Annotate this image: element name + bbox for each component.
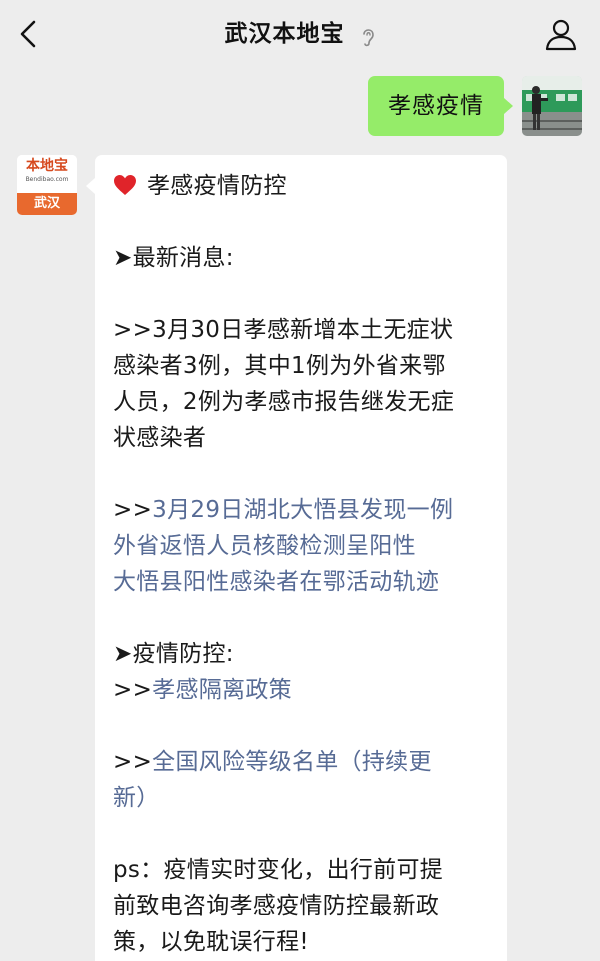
ps-note: ps：疫情实时变化，出行前可提: [113, 857, 444, 883]
news-item-text: 感染者3例，其中1例为外省来鄂: [113, 353, 446, 379]
section-title-latest: ➤最新消息:: [113, 245, 234, 271]
outgoing-bubble-tail: [504, 98, 513, 114]
news-link-dawu-line3[interactable]: 大悟县阳性感染者在鄂活动轨迹: [113, 564, 493, 600]
policy-link-item: >>孝感隔离政策: [113, 672, 493, 708]
logo-area: 本地宝 Bendibao.com: [17, 155, 77, 193]
news-item-text: 人员，2例为孝感市报告继发无症: [113, 389, 455, 415]
profile-button[interactable]: [544, 17, 578, 51]
message-heading: 孝感疫情防控: [113, 168, 493, 204]
page-title: 武汉本地宝: [224, 21, 345, 47]
link-prefix: >>: [113, 749, 153, 775]
message-body: 孝感疫情防控 ➤最新消息: >>3月30日孝感新增本土无症状 感染者3例，其中1…: [113, 168, 493, 960]
news-link-dawu[interactable]: 3月29日湖北大悟县发现一例: [152, 497, 453, 523]
logo-text: 本地宝: [26, 158, 68, 174]
chat-header: 武汉本地宝: [0, 0, 600, 68]
news-item-text: >>3月30日孝感新增本土无症状: [113, 317, 454, 343]
chat-screen: 武汉本地宝 孝感疫情 本地宝 Bendibao.com 武汉 孝感疫情防控 ➤最…: [0, 0, 600, 961]
ps-note: 策，以免耽误行程!: [113, 929, 309, 955]
my-avatar[interactable]: [522, 76, 582, 136]
news-link-item: >>3月29日湖北大悟县发现一例: [113, 492, 493, 528]
quarantine-policy-link[interactable]: 孝感隔离政策: [152, 677, 292, 703]
risk-level-list-link-line2[interactable]: 新）: [113, 780, 493, 816]
bot-avatar[interactable]: 本地宝 Bendibao.com 武汉: [17, 155, 77, 215]
news-link-dawu-line2[interactable]: 外省返悟人员核酸检测呈阳性: [113, 528, 493, 564]
risk-level-list-link[interactable]: 全国风险等级名单（持续更: [152, 749, 432, 775]
title-area: 武汉本地宝: [0, 14, 600, 54]
logo-subtext: Bendibao.com: [25, 176, 69, 183]
outgoing-message-text: 孝感疫情: [388, 93, 484, 119]
logo-city-label: 武汉: [17, 193, 77, 215]
risk-list-link-item: >>全国风险等级名单（持续更: [113, 744, 493, 780]
ps-note: 前致电咨询孝感疫情防控最新政: [113, 893, 440, 919]
heading-text: 孝感疫情防控: [147, 173, 287, 199]
heart-icon: [114, 175, 136, 195]
avatar-photo: [522, 76, 582, 136]
link-prefix: >>: [113, 497, 153, 523]
link-prefix: >>: [113, 677, 153, 703]
incoming-bubble-tail: [86, 178, 95, 194]
incoming-message-bubble: 孝感疫情防控 ➤最新消息: >>3月30日孝感新增本土无症状 感染者3例，其中1…: [95, 155, 507, 961]
section-title-prevention: ➤疫情防控:: [113, 641, 234, 667]
ear-icon: [362, 28, 374, 46]
news-item-text: 状感染者: [113, 425, 207, 451]
outgoing-message-bubble[interactable]: 孝感疫情: [368, 76, 504, 136]
person-icon: [545, 19, 577, 51]
